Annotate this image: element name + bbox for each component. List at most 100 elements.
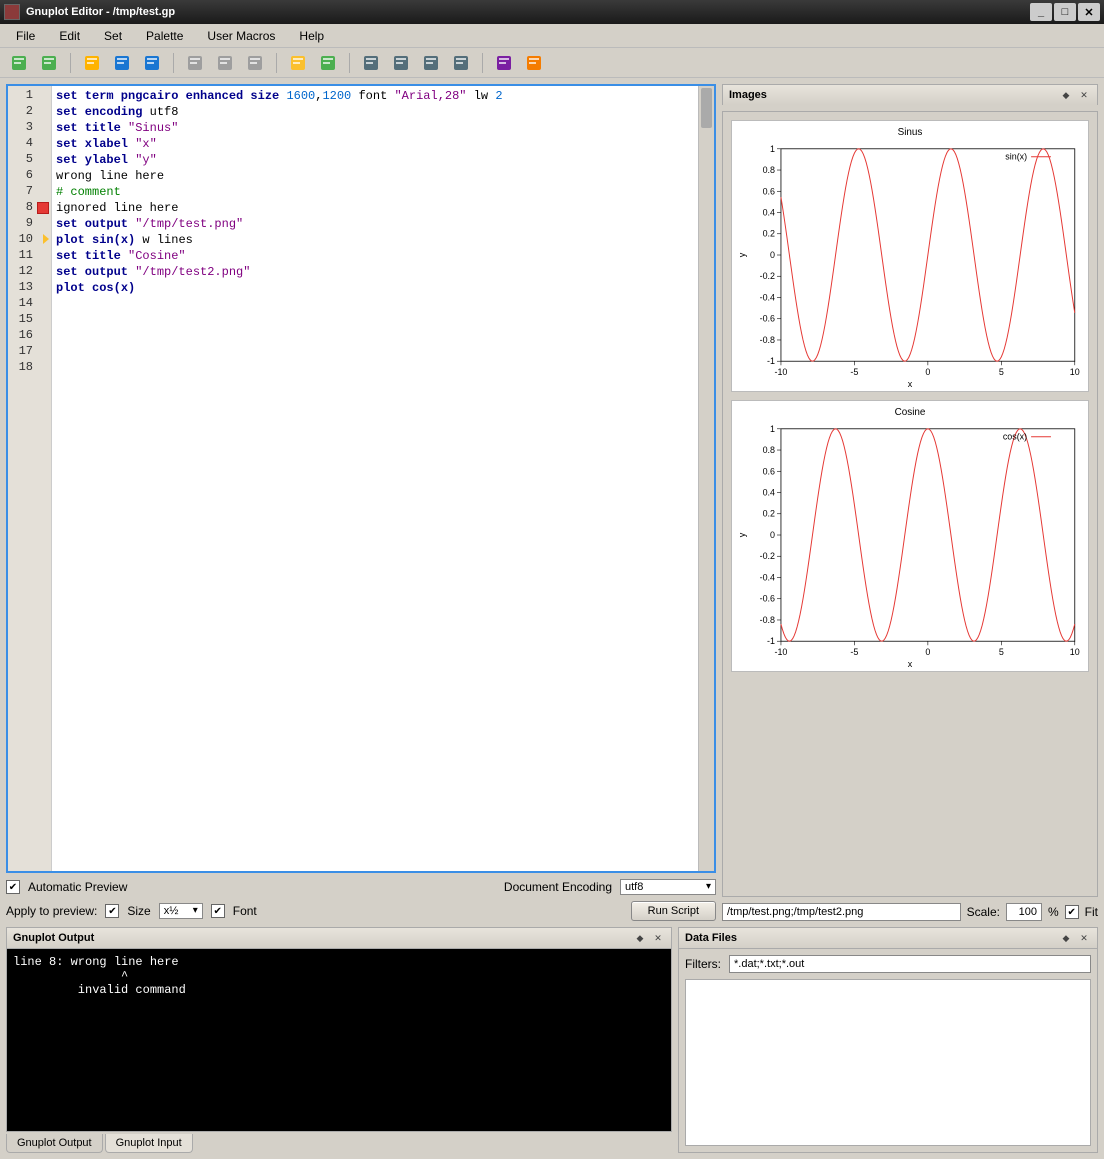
line-number: 8 bbox=[8, 200, 51, 216]
apply-preview-label: Apply to preview: bbox=[6, 904, 97, 918]
scale-pct: % bbox=[1048, 905, 1059, 919]
svg-text:1: 1 bbox=[770, 424, 775, 434]
line-number: 1 bbox=[8, 88, 51, 104]
new-file-icon[interactable] bbox=[6, 50, 32, 76]
panel-close-icon[interactable]: ✕ bbox=[1077, 931, 1091, 945]
new-template-icon[interactable] bbox=[36, 50, 62, 76]
redo-icon[interactable] bbox=[315, 50, 341, 76]
error-marker-icon bbox=[37, 202, 49, 214]
titlebar: Gnuplot Editor - /tmp/test.gp _ □ ✕ bbox=[0, 0, 1104, 24]
panel-menu-icon[interactable]: ◆ bbox=[633, 931, 647, 945]
font-checkbox[interactable] bbox=[211, 904, 225, 918]
save-as-icon[interactable] bbox=[139, 50, 165, 76]
menubar: FileEditSetPaletteUser MacrosHelp bbox=[0, 24, 1104, 48]
datafiles-list[interactable] bbox=[685, 979, 1091, 1146]
size-select[interactable]: x½ bbox=[159, 903, 203, 919]
cut-icon[interactable] bbox=[212, 50, 238, 76]
panel-close-icon[interactable]: ✕ bbox=[651, 931, 665, 945]
svg-text:-0.4: -0.4 bbox=[760, 292, 775, 302]
filters-field[interactable] bbox=[729, 955, 1091, 973]
auto-preview-label: Automatic Preview bbox=[28, 880, 127, 894]
svg-text:0.8: 0.8 bbox=[763, 445, 775, 455]
doc-encoding-select[interactable]: utf8 bbox=[620, 879, 716, 895]
undo-icon[interactable] bbox=[285, 50, 311, 76]
menu-palette[interactable]: Palette bbox=[136, 27, 193, 45]
paste-icon[interactable] bbox=[242, 50, 268, 76]
save-file-icon[interactable] bbox=[109, 50, 135, 76]
output-console[interactable]: line 8: wrong line here ^ invalid comman… bbox=[6, 948, 672, 1132]
svg-text:0.8: 0.8 bbox=[763, 165, 775, 175]
svg-text:cos(x): cos(x) bbox=[1003, 432, 1027, 442]
menu-user-macros[interactable]: User Macros bbox=[197, 27, 285, 45]
svg-text:1: 1 bbox=[770, 144, 775, 154]
align-center-icon[interactable] bbox=[388, 50, 414, 76]
panel-close-icon[interactable]: ✕ bbox=[1077, 88, 1091, 102]
editor-scrollbar[interactable] bbox=[698, 86, 714, 871]
line-number: 15 bbox=[8, 312, 51, 328]
svg-text:0.4: 0.4 bbox=[763, 488, 775, 498]
svg-text:-0.2: -0.2 bbox=[760, 551, 775, 561]
line-number: 3 bbox=[8, 120, 51, 136]
align-left-icon[interactable] bbox=[358, 50, 384, 76]
svg-text:-0.8: -0.8 bbox=[760, 335, 775, 345]
panel-menu-icon[interactable]: ◆ bbox=[1059, 931, 1073, 945]
svg-text:0.2: 0.2 bbox=[763, 229, 775, 239]
svg-text:Cosine: Cosine bbox=[895, 407, 926, 418]
doc-encoding-label: Document Encoding bbox=[504, 880, 612, 894]
svg-text:-5: -5 bbox=[850, 367, 858, 377]
run-script-button[interactable]: Run Script bbox=[631, 901, 716, 921]
maximize-button[interactable]: □ bbox=[1054, 3, 1076, 21]
fit-checkbox[interactable] bbox=[1065, 905, 1079, 919]
menu-set[interactable]: Set bbox=[94, 27, 132, 45]
copy-icon[interactable] bbox=[182, 50, 208, 76]
window-title: Gnuplot Editor - /tmp/test.gp bbox=[26, 6, 1028, 18]
svg-text:5: 5 bbox=[999, 647, 1004, 657]
svg-text:y: y bbox=[737, 532, 747, 537]
svg-text:5: 5 bbox=[999, 367, 1004, 377]
output-tabs: Gnuplot OutputGnuplot Input bbox=[6, 1134, 672, 1153]
line-number: 10 bbox=[8, 232, 51, 248]
line-number: 6 bbox=[8, 168, 51, 184]
images-area: Sinus-10-50510-1-0.8-0.6-0.4-0.200.20.40… bbox=[722, 111, 1098, 897]
chart-sinus: Sinus-10-50510-1-0.8-0.6-0.4-0.200.20.40… bbox=[731, 120, 1089, 392]
size-checkbox[interactable] bbox=[105, 904, 119, 918]
open-file-icon[interactable] bbox=[79, 50, 105, 76]
auto-preview-checkbox[interactable] bbox=[6, 880, 20, 894]
align-right-icon[interactable] bbox=[418, 50, 444, 76]
grid-toggle-icon[interactable] bbox=[521, 50, 547, 76]
line-number: 18 bbox=[8, 360, 51, 376]
tab-gnuplot-output[interactable]: Gnuplot Output bbox=[6, 1134, 103, 1153]
svg-text:-1: -1 bbox=[767, 636, 775, 646]
panel-menu-icon[interactable]: ◆ bbox=[1059, 88, 1073, 102]
menu-help[interactable]: Help bbox=[289, 27, 334, 45]
output-panel-header: Gnuplot Output ◆ ✕ bbox=[6, 927, 672, 948]
svg-text:-0.8: -0.8 bbox=[760, 615, 775, 625]
toolbar bbox=[0, 48, 1104, 78]
scale-field[interactable] bbox=[1006, 903, 1042, 921]
filters-label: Filters: bbox=[685, 957, 721, 971]
svg-text:0: 0 bbox=[925, 367, 930, 377]
datafiles-panel-header: Data Files ◆ ✕ bbox=[678, 927, 1098, 948]
menu-file[interactable]: File bbox=[6, 27, 45, 45]
menu-edit[interactable]: Edit bbox=[49, 27, 90, 45]
svg-text:Sinus: Sinus bbox=[898, 127, 923, 138]
editor-content[interactable]: set term pngcairo enhanced size 1600,120… bbox=[52, 86, 714, 871]
tab-gnuplot-input[interactable]: Gnuplot Input bbox=[105, 1134, 193, 1153]
code-editor[interactable]: 123456789101112131415161718 set term png… bbox=[6, 84, 716, 873]
warning-marker-icon bbox=[43, 234, 49, 244]
svg-text:-0.2: -0.2 bbox=[760, 271, 775, 281]
minimize-button[interactable]: _ bbox=[1030, 3, 1052, 21]
datafiles-panel-title: Data Files bbox=[685, 932, 1055, 944]
image-paths-field[interactable] bbox=[722, 903, 961, 921]
align-justify-icon[interactable] bbox=[448, 50, 474, 76]
line-number: 9 bbox=[8, 216, 51, 232]
size-label: Size bbox=[127, 904, 150, 918]
output-panel-title: Gnuplot Output bbox=[13, 932, 629, 944]
svg-text:0.6: 0.6 bbox=[763, 186, 775, 196]
line-number: 17 bbox=[8, 344, 51, 360]
close-button[interactable]: ✕ bbox=[1078, 3, 1100, 21]
eye-toggle-icon[interactable] bbox=[491, 50, 517, 76]
svg-text:-0.6: -0.6 bbox=[760, 314, 775, 324]
line-number: 12 bbox=[8, 264, 51, 280]
line-number: 5 bbox=[8, 152, 51, 168]
